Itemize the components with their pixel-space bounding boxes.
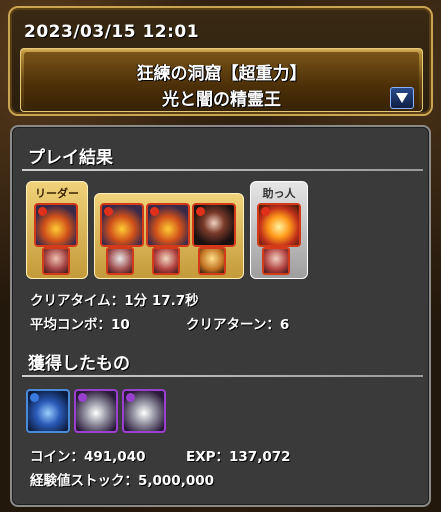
triangle-down-icon — [396, 93, 408, 103]
average-combo: 平均コンボ：10 — [30, 317, 130, 333]
divider — [22, 375, 423, 377]
dungeon-name: 狂練の洞窟【超重力】 — [136, 64, 307, 84]
floor-name: 光と闇の精霊王 — [162, 90, 281, 110]
clear-time: クリアタイム：1分 17.7秒 — [30, 293, 199, 309]
sub-assist-2-icon[interactable] — [152, 247, 180, 275]
drop-monster-1-icon[interactable] — [26, 389, 70, 433]
divider — [22, 169, 423, 171]
expand-details-button[interactable] — [390, 87, 414, 109]
results-panel: プレイ結果 リーダー 助っ人 クリアタイム：1分 17.7秒 平均コンボ：10 … — [10, 125, 431, 507]
dungeon-title-plate: 狂練の洞窟【超重力】 光と闇の精霊王 — [20, 48, 423, 112]
sub-monster-3-icon[interactable] — [192, 203, 236, 247]
play-datetime: 2023/03/15 12:01 — [24, 22, 200, 42]
helper-assist-icon[interactable] — [262, 247, 290, 275]
sub-monster-1-icon[interactable] — [100, 203, 144, 247]
acquired-items-title: 獲得したもの — [28, 354, 130, 374]
exp-earned: EXP：137,072 — [186, 449, 291, 465]
play-results-title: プレイ結果 — [28, 148, 113, 168]
dungeon-header: 2023/03/15 12:01 狂練の洞窟【超重力】 光と闇の精霊王 — [8, 6, 433, 116]
helper-label: 助っ人 — [262, 187, 296, 200]
helper-monster-icon[interactable] — [257, 203, 301, 247]
drop-monster-3-icon[interactable] — [122, 389, 166, 433]
sub-monster-2-icon[interactable] — [146, 203, 190, 247]
clear-turns: クリアターン：6 — [186, 317, 290, 333]
drop-monster-2-icon[interactable] — [74, 389, 118, 433]
leader-monster-icon[interactable] — [34, 203, 78, 247]
sub-assist-3-icon[interactable] — [198, 247, 226, 275]
leader-assist-icon[interactable] — [42, 247, 70, 275]
exp-stock: 経験値ストック：5,000,000 — [30, 473, 215, 489]
coin-earned: コイン：491,040 — [30, 449, 146, 465]
sub-assist-1-icon[interactable] — [106, 247, 134, 275]
leader-label: リーダー — [35, 187, 79, 200]
